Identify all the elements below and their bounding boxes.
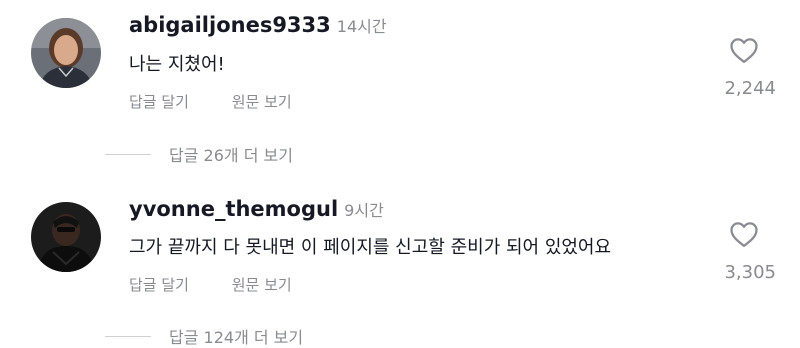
view-replies-button[interactable]: 답글 124개 더 보기 — [105, 324, 303, 348]
divider-line — [105, 335, 151, 337]
heart-outline-icon[interactable] — [729, 220, 759, 248]
reply-button[interactable]: 답글 달기 — [129, 93, 189, 111]
comment-text: 나는 지쳤어! — [129, 54, 225, 75]
comment-time: 9시간 — [344, 201, 384, 220]
comment-actions: 답글 달기 원문 보기 — [129, 274, 330, 295]
comment-text: 그가 끝까지 다 못내면 이 페이지를 신고할 준비가 되어 있었어요 — [129, 237, 612, 258]
reply-button[interactable]: 답글 달기 — [129, 276, 189, 294]
comment-time: 14시간 — [336, 17, 387, 36]
comment-actions: 답글 달기 원문 보기 — [129, 91, 330, 112]
see-original-button[interactable]: 원문 보기 — [232, 93, 292, 111]
avatar[interactable] — [31, 18, 101, 88]
like-area: 3,305 — [712, 220, 776, 283]
view-replies-button[interactable]: 답글 26개 더 보기 — [105, 142, 293, 166]
like-count: 2,244 — [724, 78, 776, 99]
avatar[interactable] — [31, 202, 101, 272]
see-original-button[interactable]: 원문 보기 — [232, 276, 292, 294]
comment-username[interactable]: abigailjones9333 14시간 — [129, 13, 387, 37]
view-replies-label: 답글 26개 더 보기 — [169, 146, 293, 165]
comment-username[interactable]: yvonne_themogul 9시간 — [129, 197, 384, 221]
like-area: 2,244 — [712, 36, 776, 99]
divider-line — [105, 153, 151, 155]
like-count: 3,305 — [724, 262, 776, 283]
view-replies-label: 답글 124개 더 보기 — [169, 328, 304, 347]
heart-outline-icon[interactable] — [729, 36, 759, 64]
